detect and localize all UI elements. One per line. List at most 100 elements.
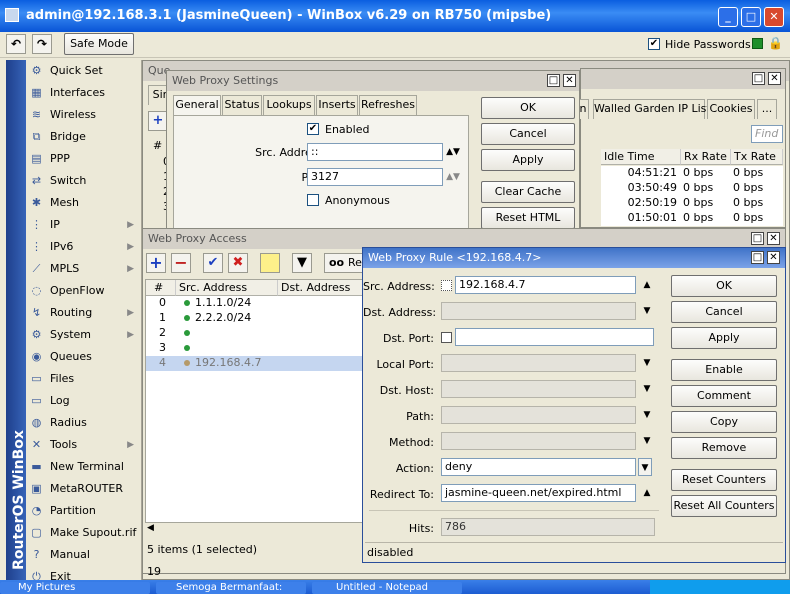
local-port-field[interactable] bbox=[441, 354, 636, 372]
method-field[interactable] bbox=[441, 432, 636, 450]
tab-general[interactable]: General bbox=[173, 95, 221, 117]
list-item[interactable]: 4 192.168.4.7 bbox=[146, 356, 364, 371]
taskbar-item[interactable]: Untitled - Notepad bbox=[312, 582, 462, 594]
sidebar-item-mpls[interactable]: ⟋ MPLS ▶ bbox=[26, 258, 138, 280]
proxy-settings-close-icon[interactable]: ✕ bbox=[563, 74, 576, 87]
undo-icon[interactable]: ↶ bbox=[6, 34, 26, 54]
taskbar-item[interactable]: My Pictures bbox=[0, 582, 150, 594]
rule-reset-counters-button[interactable]: Reset Counters bbox=[671, 469, 777, 491]
sidebar-item-partition[interactable]: ◔ Partition bbox=[26, 500, 138, 522]
action-dropdown-icon[interactable]: ▼ bbox=[638, 458, 652, 476]
sidebar-item-make-supout-rif[interactable]: ▢ Make Supout.rif bbox=[26, 522, 138, 544]
sidebar-item-wireless[interactable]: ≋ Wireless bbox=[26, 104, 138, 126]
dst-address-field[interactable] bbox=[441, 302, 636, 320]
method-dropdown-icon[interactable]: ▼ bbox=[640, 432, 654, 450]
sidebar-item-ip[interactable]: ⋮ IP ▶ bbox=[26, 214, 138, 236]
settings-ok-button[interactable]: OK bbox=[481, 97, 575, 119]
safe-mode-button[interactable]: Safe Mode bbox=[64, 33, 134, 55]
sidebar-item-interfaces[interactable]: ▦ Interfaces bbox=[26, 82, 138, 104]
sidebar-item-quick-set[interactable]: ⚙ Quick Set bbox=[26, 60, 138, 82]
rule-cancel-button[interactable]: Cancel bbox=[671, 301, 777, 323]
close-button[interactable]: ✕ bbox=[764, 7, 784, 27]
redirect-to-field[interactable]: jasmine-queen.net/expired.html bbox=[441, 484, 636, 502]
hotspot-restore-icon[interactable]: □ bbox=[752, 72, 765, 85]
rule-apply-button[interactable]: Apply bbox=[671, 327, 777, 349]
dst-port-field[interactable] bbox=[455, 328, 654, 346]
action-select[interactable]: deny bbox=[441, 458, 636, 476]
path-field[interactable] bbox=[441, 406, 636, 424]
sidebar-item-log[interactable]: ▭ Log bbox=[26, 390, 138, 412]
sidebar-item-files[interactable]: ▭ Files bbox=[26, 368, 138, 390]
tab-inserts[interactable]: Inserts bbox=[316, 95, 358, 115]
rule-enable-button[interactable]: Enable bbox=[671, 359, 777, 381]
col-hash[interactable]: # bbox=[146, 280, 176, 296]
settings-cancel-button[interactable]: Cancel bbox=[481, 123, 575, 145]
path-dropdown-icon[interactable]: ▼ bbox=[640, 406, 654, 424]
src-address-input[interactable]: :: bbox=[307, 143, 443, 161]
rule-remove-button[interactable]: Remove bbox=[671, 437, 777, 459]
redirect-to-collapse-icon[interactable]: ▲ bbox=[640, 484, 654, 502]
tab-status[interactable]: Status bbox=[222, 95, 262, 115]
tab-walled-garden-ip-list[interactable]: Walled Garden IP List bbox=[593, 99, 711, 119]
dst-address-dropdown-icon[interactable]: ▼ bbox=[640, 302, 654, 320]
port-input[interactable]: 3127 bbox=[307, 168, 443, 186]
sidebar-item-queues[interactable]: ◉ Queues bbox=[26, 346, 138, 368]
bg-add-icon[interactable]: + bbox=[148, 111, 168, 131]
sidebar-item-metarouter[interactable]: ▣ MetaROUTER bbox=[26, 478, 138, 500]
dst-host-dropdown-icon[interactable]: ▼ bbox=[640, 380, 654, 398]
table-row[interactable]: 02:50:19 0 bps 0 bps bbox=[601, 196, 783, 211]
sidebar-item-openflow[interactable]: ◌ OpenFlow bbox=[26, 280, 138, 302]
filter-icon[interactable]: ▼ bbox=[292, 253, 312, 273]
table-row[interactable]: 03:50:49 0 bps 0 bps bbox=[601, 181, 783, 196]
redo-icon[interactable]: ↷ bbox=[32, 34, 52, 54]
rule-ok-button[interactable]: OK bbox=[671, 275, 777, 297]
sidebar-item-ppp[interactable]: ▤ PPP bbox=[26, 148, 138, 170]
hotspot-close-icon[interactable]: ✕ bbox=[768, 72, 781, 85]
minimize-button[interactable]: _ bbox=[718, 7, 738, 27]
col-idle-time[interactable]: Idle Time bbox=[601, 149, 681, 165]
proxy-settings-restore-icon[interactable]: □ bbox=[547, 74, 560, 87]
rule-comment-button[interactable]: Comment bbox=[671, 385, 777, 407]
taskbar-item[interactable]: Semoga Bermanfaat: bbox=[156, 582, 306, 594]
anonymous-checkbox[interactable] bbox=[307, 194, 319, 206]
add-icon[interactable]: + bbox=[146, 253, 166, 273]
remove-icon[interactable]: − bbox=[171, 253, 191, 273]
scroll-left-icon[interactable]: ◀ bbox=[147, 523, 157, 537]
clear-cache-button[interactable]: Clear Cache bbox=[481, 181, 575, 203]
sidebar-item-tools[interactable]: ✕ Tools ▶ bbox=[26, 434, 138, 456]
reset-counters-icon[interactable]: oo Re bbox=[324, 253, 364, 273]
comment-icon[interactable] bbox=[260, 253, 280, 273]
tab-refreshes[interactable]: Refreshes bbox=[359, 95, 417, 115]
enabled-checkbox[interactable]: ✔ bbox=[307, 123, 319, 135]
src-address-not-checkbox[interactable] bbox=[441, 280, 452, 291]
sidebar-item-radius[interactable]: ◍ Radius bbox=[26, 412, 138, 434]
sidebar-item-switch[interactable]: ⇄ Switch bbox=[26, 170, 138, 192]
sidebar-item-ipv6[interactable]: ⋮ IPv6 ▶ bbox=[26, 236, 138, 258]
proxy-access-close-icon[interactable]: ✕ bbox=[767, 232, 780, 245]
rule-copy-button[interactable]: Copy bbox=[671, 411, 777, 433]
list-item[interactable]: 2 bbox=[146, 326, 364, 341]
proxy-rule-restore-icon[interactable]: □ bbox=[751, 251, 764, 264]
maximize-button[interactable]: □ bbox=[741, 7, 761, 27]
table-row[interactable]: 01:50:01 0 bps 0 bps bbox=[601, 211, 783, 226]
rule-reset-all-counters-button[interactable]: Reset All Counters bbox=[671, 495, 777, 517]
col-dst-address[interactable]: Dst. Address bbox=[278, 280, 364, 296]
list-item[interactable]: 0 1.1.1.0/24 bbox=[146, 296, 364, 311]
sidebar-item-new-terminal[interactable]: ▬ New Terminal bbox=[26, 456, 138, 478]
src-address-collapse-icon[interactable]: ▲ bbox=[640, 276, 654, 294]
settings-apply-button[interactable]: Apply bbox=[481, 149, 575, 171]
col-src-address[interactable]: Src. Address bbox=[176, 280, 278, 296]
list-item[interactable]: 1 2.2.2.0/24 bbox=[146, 311, 364, 326]
enable-icon[interactable]: ✔ bbox=[203, 253, 223, 273]
src-address-updown-icon[interactable]: ▲▼ bbox=[446, 143, 460, 161]
find-input[interactable]: Find bbox=[751, 125, 783, 143]
reset-html-button[interactable]: Reset HTML bbox=[481, 207, 575, 229]
port-updown-icon[interactable]: ▲▼ bbox=[446, 168, 460, 186]
table-row[interactable]: 04:51:21 0 bps 0 bps bbox=[601, 166, 783, 181]
tab-lookups[interactable]: Lookups bbox=[263, 95, 315, 115]
disable-icon[interactable]: ✖ bbox=[228, 253, 248, 273]
col-rx-rate[interactable]: Rx Rate bbox=[681, 149, 731, 165]
hide-passwords-checkbox[interactable]: ✔ bbox=[648, 38, 660, 50]
sidebar-item-mesh[interactable]: ✱ Mesh bbox=[26, 192, 138, 214]
local-port-dropdown-icon[interactable]: ▼ bbox=[640, 354, 654, 372]
